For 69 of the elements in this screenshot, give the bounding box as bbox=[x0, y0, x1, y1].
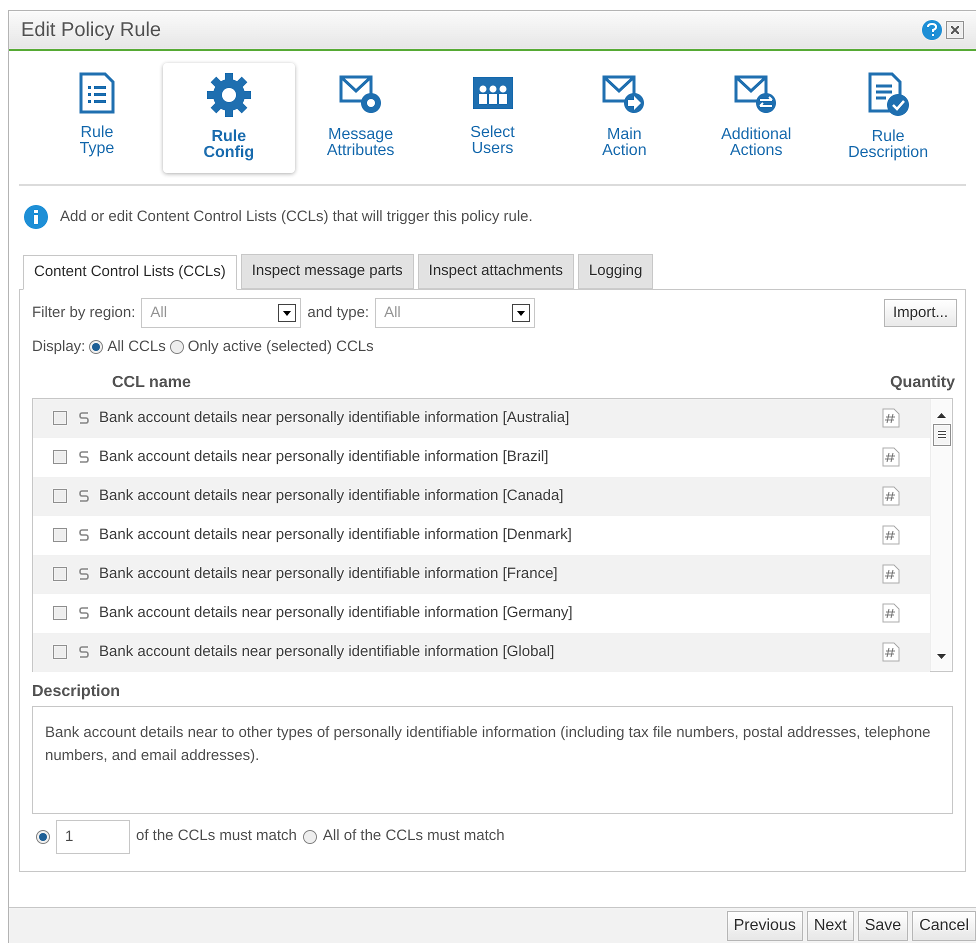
info-icon bbox=[24, 205, 48, 229]
scroll-up-icon[interactable] bbox=[937, 412, 946, 418]
ccl-name: Bank account details near personally identifiable information [Global] bbox=[99, 642, 556, 662]
all-label: All of the CCLs must match bbox=[322, 826, 505, 846]
description-box: Bank account details near to other types of personally identifiable information (including tax file numbers, postal addresses, telephone numbers, and email addresses). bbox=[32, 706, 953, 814]
ccl-name: Bank account details near personally identifiable information [Germany] bbox=[99, 602, 574, 623]
wizard-step[interactable]: Rule Description bbox=[822, 63, 954, 173]
count-label: of the CCLs must match bbox=[136, 826, 297, 846]
filter-region-label: Filter by region: bbox=[32, 302, 136, 323]
row-checkbox[interactable] bbox=[53, 528, 67, 542]
info-text: Add or edit Content Control Lists (CCLs) that will trigger this policy rule. bbox=[60, 206, 533, 227]
window-title: Edit Policy Rule bbox=[21, 18, 162, 43]
radio-label: All CCLs bbox=[107, 337, 166, 357]
tab[interactable]: Inspect message parts bbox=[240, 254, 414, 289]
wizard-step[interactable]: Select Users bbox=[426, 63, 558, 173]
quantity-icon[interactable] bbox=[882, 408, 900, 428]
s-shape-icon bbox=[79, 411, 89, 425]
quantity-icon[interactable] bbox=[882, 564, 900, 584]
row-checkbox[interactable] bbox=[53, 645, 67, 659]
row-checkbox[interactable] bbox=[53, 450, 67, 464]
wizard-step[interactable]: Message Attributes bbox=[294, 63, 427, 173]
s-shape-icon bbox=[79, 489, 89, 503]
quantity-icon[interactable] bbox=[882, 447, 900, 467]
quantity-icon[interactable] bbox=[882, 603, 900, 623]
s-shape-icon bbox=[79, 450, 89, 464]
import-button[interactable]: Import... bbox=[884, 299, 957, 327]
s-shape-icon bbox=[79, 606, 89, 620]
footer-button[interactable]: Save bbox=[858, 910, 908, 940]
row-checkbox[interactable] bbox=[53, 606, 67, 620]
wizard-step[interactable]: Additional Actions bbox=[690, 63, 822, 173]
footer-button[interactable]: Previous bbox=[726, 910, 803, 940]
radio-button[interactable] bbox=[302, 830, 317, 844]
row-checkbox[interactable] bbox=[53, 489, 67, 503]
scrollbar[interactable] bbox=[930, 398, 952, 670]
tab[interactable]: Logging bbox=[578, 254, 654, 289]
filter-type-label: and type: bbox=[307, 302, 370, 323]
s-shape-icon bbox=[79, 567, 89, 581]
footer-button[interactable]: Next bbox=[806, 910, 854, 940]
gear-icon bbox=[204, 71, 253, 119]
quantity-icon[interactable] bbox=[882, 525, 900, 545]
scroll-down-icon[interactable] bbox=[937, 654, 946, 658]
row-checkbox[interactable] bbox=[53, 411, 67, 425]
radio-button[interactable] bbox=[170, 340, 184, 354]
count-field[interactable]: 1 bbox=[56, 820, 130, 854]
wizard-step[interactable]: Main Action bbox=[558, 63, 690, 173]
ccl-name: Bank account details near personally identifiable information [Brazil] bbox=[99, 446, 550, 467]
description-heading: Description bbox=[32, 682, 122, 702]
s-shape-icon bbox=[79, 645, 89, 659]
row-checkbox[interactable] bbox=[53, 567, 67, 581]
footer-button[interactable]: Cancel bbox=[912, 910, 976, 940]
radio-button[interactable] bbox=[36, 830, 50, 844]
close-icon[interactable] bbox=[946, 21, 964, 39]
ccl-name: Bank account details near personally identifiable information [Canada] bbox=[99, 486, 564, 506]
column-header: Quantity bbox=[890, 372, 955, 392]
wizard-step[interactable]: Rule Type bbox=[31, 63, 163, 173]
help-icon[interactable] bbox=[922, 20, 942, 40]
tab[interactable]: Content Control Lists (CCLs) bbox=[23, 255, 237, 290]
ccl-name: Bank account details near personally identifiable information [Denmark] bbox=[99, 524, 573, 545]
ccl-name: Bank account details near personally identifiable information [France] bbox=[99, 564, 559, 584]
s-shape-icon bbox=[79, 528, 89, 542]
tab[interactable]: Inspect attachments bbox=[418, 254, 574, 289]
column-header: CCL name bbox=[112, 372, 192, 392]
display-label: Display: bbox=[32, 337, 86, 357]
ccl-name: Bank account details near personally identifiable information [Australia] bbox=[99, 408, 570, 428]
radio-button[interactable] bbox=[89, 340, 104, 354]
wizard-step[interactable]: Rule Config bbox=[162, 63, 295, 173]
quantity-icon[interactable] bbox=[882, 642, 900, 662]
quantity-icon[interactable] bbox=[882, 486, 900, 506]
radio-label: Only active (selected) CCLs bbox=[188, 337, 374, 357]
